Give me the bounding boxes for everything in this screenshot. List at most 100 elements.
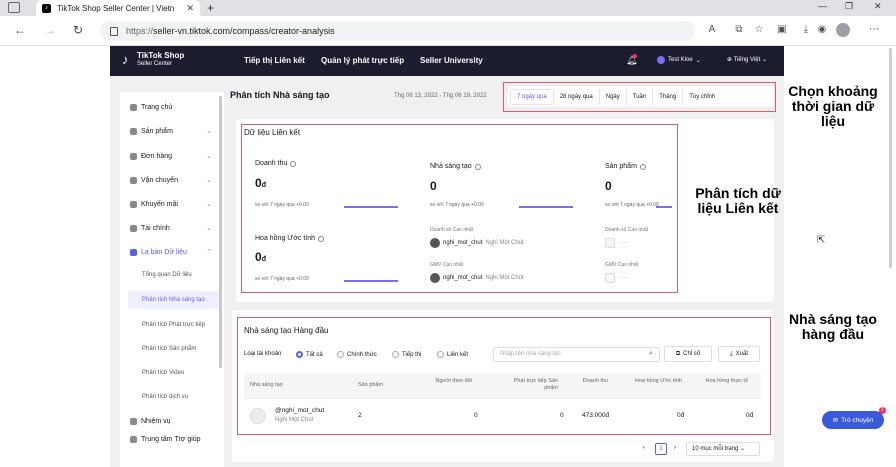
sidebar-item-label: Trang chủ <box>141 103 173 111</box>
extensions-icon[interactable]: ⧉ <box>733 24 745 36</box>
url-field[interactable]: https://seller-vn.tiktok.com/compass/cre… <box>100 21 695 41</box>
prev-page-icon[interactable]: ‹ <box>643 445 645 451</box>
sidebar-sub-creator-analysis[interactable]: Phân tích Nhà sáng tạo <box>142 297 205 303</box>
page-size-label: 10 mục mỗi trang <box>692 446 739 452</box>
sidebar-sub-service-analysis[interactable]: Phân tích dịch vụ <box>142 394 188 400</box>
collections-icon[interactable]: ▣ <box>776 24 788 36</box>
chevron-down-icon: ⌄ <box>740 446 746 452</box>
language-selector[interactable]: ⊕ Tiếng Việt ⌄ <box>727 56 767 63</box>
read-aloud-icon[interactable]: A <box>706 24 718 36</box>
sidebar-item-label: La bàn Dữ liệu <box>141 248 187 256</box>
nav-affiliate-marketing[interactable]: Tiếp thị Liên kết <box>244 56 305 65</box>
chevron-down-icon: ⌄ <box>206 201 212 208</box>
chevron-down-icon: ⌄ <box>761 57 767 63</box>
sidebar-sub-live-analysis[interactable]: Phân tích Phát trực tiếp <box>142 322 205 328</box>
chevron-down-icon: ⌄ <box>206 225 212 232</box>
chart-icon <box>130 248 137 256</box>
profile-avatar[interactable] <box>836 23 850 37</box>
nav-seller-university[interactable]: Seller University <box>420 56 483 65</box>
new-tab-icon[interactable]: + <box>207 1 214 15</box>
sidebar-sub-video-analysis[interactable]: Phân tích Video <box>142 370 184 376</box>
sidebar-item-label: Sản phẩm <box>141 127 173 135</box>
nav-live-management[interactable]: Quản lý phát trực tiếp <box>321 56 404 65</box>
url-text: seller-vn.tiktok.com/compass/creator-ana… <box>153 26 335 36</box>
user-avatar <box>657 56 665 64</box>
megaphone-icon <box>130 200 137 208</box>
annotation-affiliate: Phân tích dữ liệu Liên kết <box>695 185 781 216</box>
language-label: Tiếng Việt <box>733 57 761 63</box>
sidebar-item-home[interactable]: Trang chủ <box>130 100 220 114</box>
sidebar-item-shipping[interactable]: Vận chuyển ⌄ <box>130 173 220 187</box>
logo-sub-text: Seller Center <box>137 61 173 67</box>
sidebar-scrollbar[interactable] <box>219 96 222 368</box>
page-scrollbar[interactable] <box>889 48 892 268</box>
top-creators-highlight <box>237 317 771 435</box>
chat-label: Trò chuyện <box>841 416 874 424</box>
chevron-up-icon: ⌃ <box>206 249 212 256</box>
chat-badge: 1 <box>879 407 886 414</box>
tab-title: TikTok Shop Seller Center | Vietn <box>57 3 175 13</box>
help-icon <box>130 435 137 443</box>
page-number-1[interactable]: 1 <box>655 443 667 455</box>
chevron-down-icon: ⌄ <box>695 57 701 64</box>
product-icon <box>130 127 137 135</box>
sidebar-item-finance[interactable]: Tài chính ⌄ <box>130 221 220 235</box>
sidebar-item-label: Nhiệm vụ <box>141 417 171 425</box>
date-range: Thg 06 13, 2022 - Thg 06 19, 2022 <box>394 93 487 99</box>
chevron-down-icon: ⌄ <box>206 128 212 135</box>
tiktok-favicon-icon: ♪ <box>42 3 51 13</box>
user-menu[interactable]: Test Kloe ⌄ <box>657 56 701 64</box>
browser-tabstrip: ♪ TikTok Shop Seller Center | Vietn ✕ + … <box>0 0 896 16</box>
maximize-icon[interactable]: ❐ <box>845 1 853 12</box>
sidebar-item-data-compass[interactable]: La bàn Dữ liệu ⌃ <box>130 245 220 259</box>
downloads-icon[interactable]: ⤓ <box>800 24 812 36</box>
forward-icon[interactable]: → <box>44 23 56 37</box>
seller-center-logo[interactable]: ♪ TikTok Shop Seller Center <box>122 52 184 68</box>
page-title: Phân tích Nhà sáng tạo <box>230 90 330 100</box>
mouse-cursor-icon: ⇱ <box>817 235 826 246</box>
sidebar-item-products[interactable]: Sản phẩm ⌄ <box>130 124 220 138</box>
notification-dot <box>633 54 637 58</box>
annotation-date-range: Chọn khoảng thời gian dữ liệu <box>788 83 878 129</box>
browser-tab[interactable]: ♪ TikTok Shop Seller Center | Vietn ✕ <box>36 0 200 16</box>
address-bar: ← → ↻ https://seller-vn.tiktok.com/compa… <box>0 16 896 46</box>
sidebar-item-orders[interactable]: Đơn hàng ⌄ <box>130 149 220 163</box>
task-icon <box>130 417 137 425</box>
refresh-icon[interactable]: ↻ <box>73 23 83 37</box>
page-size-select[interactable]: 10 mục mỗi trang ⌄ <box>686 442 760 456</box>
date-selector-highlight <box>503 82 776 112</box>
close-tab-icon[interactable]: ✕ <box>186 3 194 14</box>
truck-icon <box>130 176 137 184</box>
sidebar-item-label: Vận chuyển <box>141 176 178 184</box>
tab-list-icon[interactable] <box>8 2 20 13</box>
sidebar-item-help-center[interactable]: Trung tâm Trợ giúp <box>130 432 220 446</box>
sidebar-item-tasks[interactable]: Nhiệm vụ <box>130 414 220 428</box>
sidebar-sub-product-analysis[interactable]: Phân tích Sản phẩm <box>142 346 196 352</box>
user-name: Test Kloe <box>668 57 693 63</box>
sidebar-item-label: Khuyến mãi <box>141 200 178 208</box>
minimize-icon[interactable]: — <box>818 1 827 11</box>
chevron-down-icon: ⌄ <box>206 177 212 184</box>
chevron-down-icon: ⌄ <box>206 153 212 160</box>
globe-icon: ⊕ <box>727 57 733 63</box>
affiliate-highlight <box>241 124 678 293</box>
order-icon <box>130 152 137 160</box>
more-menu-icon[interactable]: ⋯ <box>868 24 880 36</box>
browser-essentials-icon[interactable]: ◉ <box>816 24 828 36</box>
tiktok-logo-icon: ♪ <box>122 52 129 67</box>
back-icon[interactable]: ← <box>14 23 26 37</box>
close-window-icon[interactable]: ✕ <box>874 1 882 12</box>
wallet-icon <box>130 224 137 232</box>
favorite-icon[interactable]: ☆ <box>753 24 765 36</box>
chat-icon: ✉ <box>832 417 839 424</box>
chat-button[interactable]: ✉ Trò chuyện <box>822 411 884 429</box>
next-page-icon[interactable]: › <box>674 445 676 451</box>
home-icon <box>130 103 137 111</box>
sidebar-sub-data-overview[interactable]: Tổng quan Dữ liệu <box>142 272 192 278</box>
url-scheme: https:// <box>126 26 154 36</box>
sidebar-item-label: Đơn hàng <box>141 152 173 160</box>
annotation-top-creators: Nhà sáng tạo hàng đầu <box>789 311 877 342</box>
sidebar-item-label: Trung tâm Trợ giúp <box>141 435 201 443</box>
sidebar-item-promotions[interactable]: Khuyến mãi ⌄ <box>130 197 220 211</box>
lock-icon <box>110 26 118 36</box>
